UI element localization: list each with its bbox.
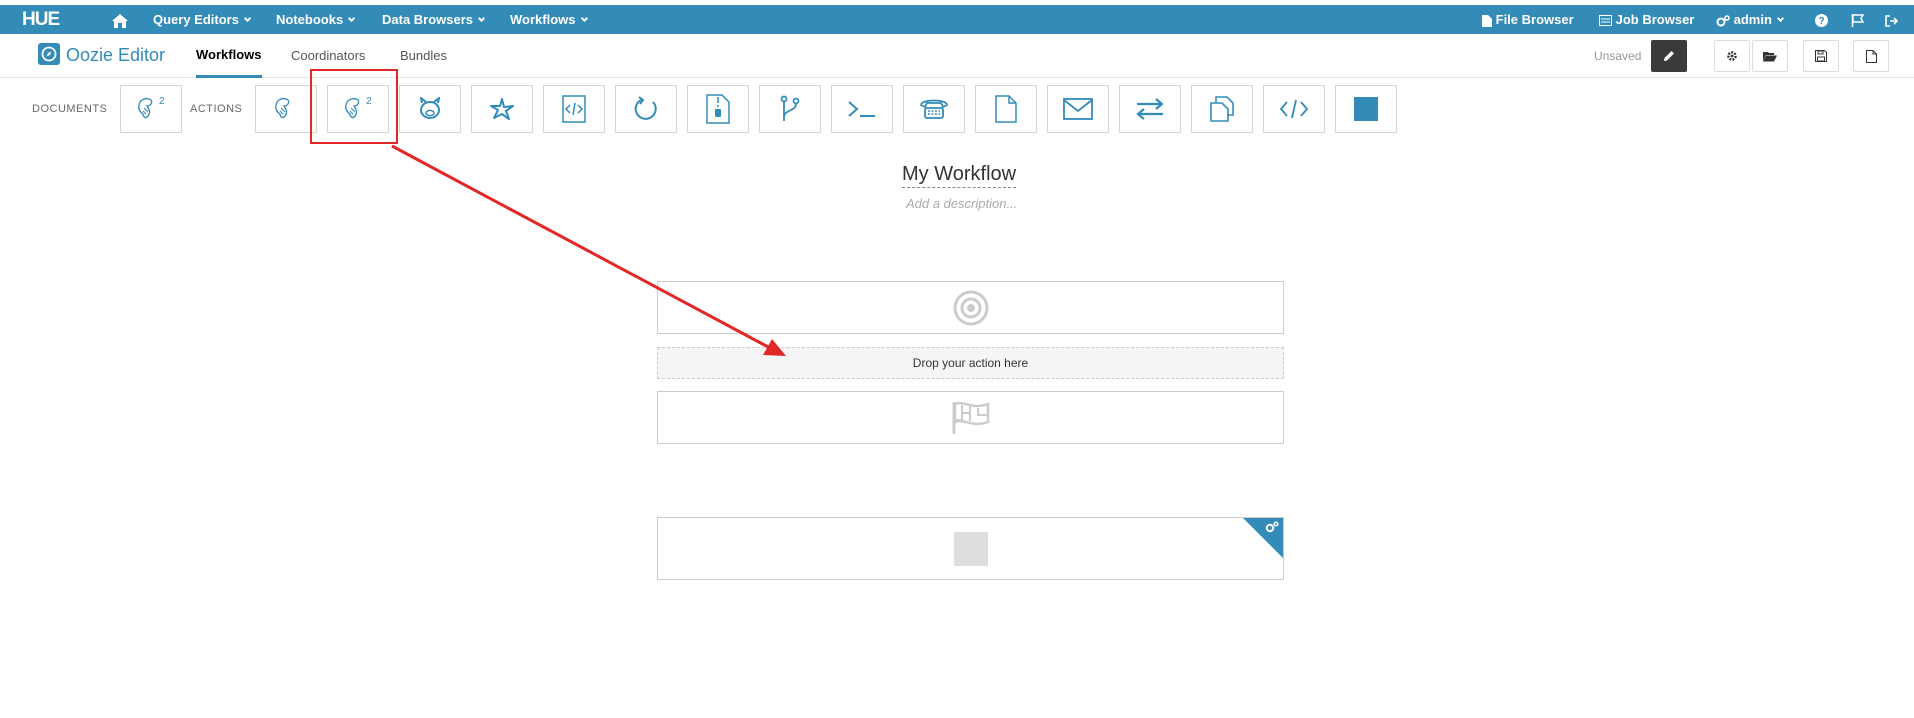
start-node[interactable]: [657, 281, 1284, 334]
hive-icon: [275, 98, 290, 119]
menu-workflows[interactable]: Workflows: [510, 5, 588, 34]
spark-icon: [490, 98, 514, 120]
fork-icon: [780, 95, 800, 121]
menu-data-browsers[interactable]: Data Browsers: [382, 5, 486, 34]
action-hive2-tool[interactable]: 2: [327, 85, 389, 133]
action-pig-tool[interactable]: [399, 85, 461, 133]
action-spark-tool[interactable]: [471, 85, 533, 133]
file-browser-link[interactable]: File Browser: [1482, 5, 1574, 34]
kill-node[interactable]: [657, 517, 1284, 580]
save-status: Unsaved: [1594, 49, 1642, 63]
menu-label: Query Editors: [153, 12, 239, 27]
action-shell-tool[interactable]: [831, 85, 893, 133]
streaming-icon: [1136, 98, 1164, 120]
menu-notebooks[interactable]: Notebooks: [276, 5, 356, 34]
ssh-icon: [920, 99, 948, 119]
kill-icon: [1354, 97, 1378, 121]
new-button[interactable]: [1853, 40, 1889, 72]
help-icon[interactable]: ?: [1815, 5, 1828, 34]
chevron-down-icon: [243, 14, 252, 23]
documents-label: DOCUMENTS: [32, 103, 108, 115]
distcp-icon: [1210, 96, 1234, 122]
subworkflow-icon: [634, 96, 657, 120]
gear-icon: [1727, 51, 1737, 61]
action-java-tool[interactable]: [543, 85, 605, 133]
workflow-description[interactable]: Add a description...: [906, 196, 1017, 211]
chevron-down-icon: [580, 14, 588, 23]
hive2-icon: 2: [138, 96, 165, 119]
action-fork-tool[interactable]: [759, 85, 821, 133]
action-ssh-tool[interactable]: [903, 85, 965, 133]
action-hive-tool[interactable]: [255, 85, 317, 133]
floppy-icon: [1815, 50, 1827, 62]
oozie-compass-icon: [38, 43, 60, 66]
hue-logo[interactable]: HUE: [22, 5, 60, 34]
chevron-down-icon: [1776, 14, 1784, 23]
file-browser-label: File Browser: [1495, 12, 1574, 27]
java-icon: [562, 95, 586, 123]
top-navbar: HUE Query Editors Notebooks Data Browser…: [0, 5, 1914, 34]
hdfs-fs-icon: [995, 95, 1017, 123]
open-button[interactable]: [1752, 40, 1788, 72]
list-icon: [1599, 15, 1612, 27]
pig-icon: [419, 97, 441, 119]
flag-icon[interactable]: [1851, 5, 1865, 34]
document-hive2-tool[interactable]: 2: [120, 85, 182, 133]
logout-icon[interactable]: [1885, 5, 1899, 34]
chevron-down-icon: [478, 14, 486, 23]
editor-header: Oozie Editor Workflows Coordinators Bund…: [0, 34, 1914, 78]
action-hdfs-fs-tool[interactable]: [975, 85, 1037, 133]
cogs-icon: [1716, 14, 1730, 27]
hive2-icon: 2: [345, 96, 372, 119]
actions-label: ACTIONS: [190, 103, 243, 115]
menu-label: Workflows: [510, 12, 576, 27]
edit-button[interactable]: [1651, 40, 1687, 72]
start-target-icon: [953, 290, 988, 325]
generic-xml-icon: [1279, 99, 1309, 119]
drop-zone[interactable]: Drop your action here: [657, 347, 1284, 379]
settings-button[interactable]: [1714, 40, 1750, 72]
menu-label: Data Browsers: [382, 12, 474, 27]
end-node[interactable]: [657, 391, 1284, 444]
action-subworkflow-tool[interactable]: [615, 85, 677, 133]
action-generic-xml-tool[interactable]: [1263, 85, 1325, 133]
editor-title[interactable]: Oozie Editor: [38, 43, 165, 69]
menu-label: Notebooks: [276, 12, 344, 27]
cogs-icon[interactable]: [1265, 521, 1279, 533]
tab-workflows[interactable]: Workflows: [196, 34, 262, 78]
file-icon: [1482, 14, 1492, 27]
tab-coordinators[interactable]: Coordinators: [291, 34, 365, 78]
svg-text:?: ?: [1818, 16, 1824, 27]
new-document-icon: [1865, 49, 1877, 63]
checkered-flag-icon: [952, 401, 989, 434]
home-icon[interactable]: [112, 5, 128, 34]
user-name: admin: [1733, 12, 1772, 27]
job-browser-label: Job Browser: [1615, 12, 1695, 27]
action-kill-tool[interactable]: [1335, 85, 1397, 133]
action-streaming-tool[interactable]: [1119, 85, 1181, 133]
mapreduce-icon: [706, 94, 730, 124]
user-menu[interactable]: admin: [1716, 5, 1784, 34]
action-distcp-tool[interactable]: [1191, 85, 1253, 133]
action-mapreduce-tool[interactable]: [687, 85, 749, 133]
shell-icon: [848, 101, 875, 117]
pencil-icon: [1664, 51, 1674, 61]
job-browser-link[interactable]: Job Browser: [1599, 5, 1694, 34]
email-icon: [1063, 98, 1093, 120]
action-email-tool[interactable]: [1047, 85, 1109, 133]
menu-query-editors[interactable]: Query Editors: [153, 5, 252, 34]
workflow-name[interactable]: My Workflow: [902, 161, 1017, 188]
svg-text:2: 2: [366, 96, 372, 107]
save-button[interactable]: [1803, 40, 1839, 72]
tab-bundles[interactable]: Bundles: [400, 34, 447, 78]
svg-text:2: 2: [159, 96, 165, 107]
chevron-down-icon: [348, 14, 356, 23]
editor-title-label: Oozie Editor: [66, 45, 166, 65]
folder-open-icon: [1763, 51, 1777, 61]
kill-node-icon: [953, 531, 988, 566]
